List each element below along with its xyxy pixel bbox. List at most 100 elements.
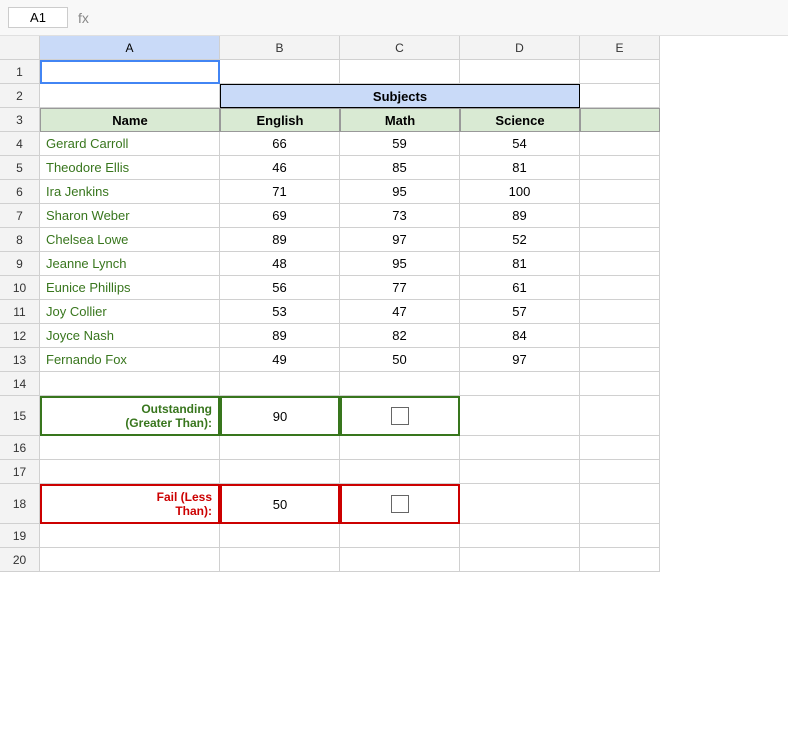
cell-a11[interactable]: Joy Collier xyxy=(40,300,220,324)
cell-b10[interactable]: 56 xyxy=(220,276,340,300)
outstanding-checkbox[interactable] xyxy=(391,407,409,425)
cell-d20[interactable] xyxy=(460,548,580,572)
cell-c17[interactable] xyxy=(340,460,460,484)
cell-c9[interactable]: 95 xyxy=(340,252,460,276)
col-header-c[interactable]: C xyxy=(340,36,460,60)
cell-a10[interactable]: Eunice Phillips xyxy=(40,276,220,300)
cell-d12[interactable]: 84 xyxy=(460,324,580,348)
col-header-d[interactable]: D xyxy=(460,36,580,60)
cell-b12[interactable]: 89 xyxy=(220,324,340,348)
cell-a5[interactable]: Theodore Ellis xyxy=(40,156,220,180)
cell-d18[interactable] xyxy=(460,484,580,524)
cell-c10[interactable]: 77 xyxy=(340,276,460,300)
cell-d7[interactable]: 89 xyxy=(460,204,580,228)
cell-a2[interactable] xyxy=(40,84,220,108)
cell-e9[interactable] xyxy=(580,252,660,276)
cell-b19[interactable] xyxy=(220,524,340,548)
cell-d9[interactable]: 81 xyxy=(460,252,580,276)
cell-a9[interactable]: Jeanne Lynch xyxy=(40,252,220,276)
cell-a20[interactable] xyxy=(40,548,220,572)
col-header-b[interactable]: B xyxy=(220,36,340,60)
fail-checkbox-cell[interactable] xyxy=(340,484,460,524)
cell-b16[interactable] xyxy=(220,436,340,460)
cell-b11[interactable]: 53 xyxy=(220,300,340,324)
cell-e15[interactable] xyxy=(580,396,660,436)
cell-c19[interactable] xyxy=(340,524,460,548)
cell-e16[interactable] xyxy=(580,436,660,460)
cell-b13[interactable]: 49 xyxy=(220,348,340,372)
cell-reference[interactable]: A1 xyxy=(8,7,68,28)
cell-e7[interactable] xyxy=(580,204,660,228)
cell-b1[interactable] xyxy=(220,60,340,84)
cell-c13[interactable]: 50 xyxy=(340,348,460,372)
cell-c5[interactable]: 85 xyxy=(340,156,460,180)
cell-e11[interactable] xyxy=(580,300,660,324)
cell-c7[interactable]: 73 xyxy=(340,204,460,228)
formula-input[interactable] xyxy=(95,10,780,25)
cell-b6[interactable]: 71 xyxy=(220,180,340,204)
cell-c14[interactable] xyxy=(340,372,460,396)
cell-c16[interactable] xyxy=(340,436,460,460)
cell-a1[interactable] xyxy=(40,60,220,84)
cell-a13[interactable]: Fernando Fox xyxy=(40,348,220,372)
cell-d11[interactable]: 57 xyxy=(460,300,580,324)
cell-d6[interactable]: 100 xyxy=(460,180,580,204)
cell-a16[interactable] xyxy=(40,436,220,460)
cell-b8[interactable]: 89 xyxy=(220,228,340,252)
cell-d19[interactable] xyxy=(460,524,580,548)
cell-c8[interactable]: 97 xyxy=(340,228,460,252)
cell-d14[interactable] xyxy=(460,372,580,396)
cell-c20[interactable] xyxy=(340,548,460,572)
cell-d13[interactable]: 97 xyxy=(460,348,580,372)
cell-d1[interactable] xyxy=(460,60,580,84)
cell-a7[interactable]: Sharon Weber xyxy=(40,204,220,228)
fail-value[interactable]: 50 xyxy=(220,484,340,524)
fail-checkbox[interactable] xyxy=(391,495,409,513)
cell-e20[interactable] xyxy=(580,548,660,572)
cell-e14[interactable] xyxy=(580,372,660,396)
cell-b7[interactable]: 69 xyxy=(220,204,340,228)
cell-e10[interactable] xyxy=(580,276,660,300)
cell-e12[interactable] xyxy=(580,324,660,348)
col-header-e[interactable]: E xyxy=(580,36,660,60)
cell-e13[interactable] xyxy=(580,348,660,372)
cell-a19[interactable] xyxy=(40,524,220,548)
cell-a14[interactable] xyxy=(40,372,220,396)
cell-b14[interactable] xyxy=(220,372,340,396)
cell-b5[interactable]: 46 xyxy=(220,156,340,180)
cell-d17[interactable] xyxy=(460,460,580,484)
cell-d10[interactable]: 61 xyxy=(460,276,580,300)
cell-d5[interactable]: 81 xyxy=(460,156,580,180)
cell-e1[interactable] xyxy=(580,60,660,84)
cell-a8[interactable]: Chelsea Lowe xyxy=(40,228,220,252)
cell-d16[interactable] xyxy=(460,436,580,460)
cell-b4[interactable]: 66 xyxy=(220,132,340,156)
col-header-a[interactable]: A xyxy=(40,36,220,60)
cell-a17[interactable] xyxy=(40,460,220,484)
cell-e18[interactable] xyxy=(580,484,660,524)
cell-c12[interactable]: 82 xyxy=(340,324,460,348)
cell-b20[interactable] xyxy=(220,548,340,572)
outstanding-value[interactable]: 90 xyxy=(220,396,340,436)
cell-e17[interactable] xyxy=(580,460,660,484)
cell-d4[interactable]: 54 xyxy=(460,132,580,156)
cell-e6[interactable] xyxy=(580,180,660,204)
cell-b17[interactable] xyxy=(220,460,340,484)
cell-a6[interactable]: Ira Jenkins xyxy=(40,180,220,204)
cell-e4[interactable] xyxy=(580,132,660,156)
cell-b9[interactable]: 48 xyxy=(220,252,340,276)
cell-c6[interactable]: 95 xyxy=(340,180,460,204)
cell-e8[interactable] xyxy=(580,228,660,252)
cell-c1[interactable] xyxy=(340,60,460,84)
cell-e19[interactable] xyxy=(580,524,660,548)
cell-c4[interactable]: 59 xyxy=(340,132,460,156)
cell-e3[interactable] xyxy=(580,108,660,132)
cell-d8[interactable]: 52 xyxy=(460,228,580,252)
cell-e5[interactable] xyxy=(580,156,660,180)
cell-a12[interactable]: Joyce Nash xyxy=(40,324,220,348)
cell-c11[interactable]: 47 xyxy=(340,300,460,324)
cell-e2[interactable] xyxy=(580,84,660,108)
cell-d15[interactable] xyxy=(460,396,580,436)
outstanding-checkbox-cell[interactable] xyxy=(340,396,460,436)
cell-a4[interactable]: Gerard Carroll xyxy=(40,132,220,156)
